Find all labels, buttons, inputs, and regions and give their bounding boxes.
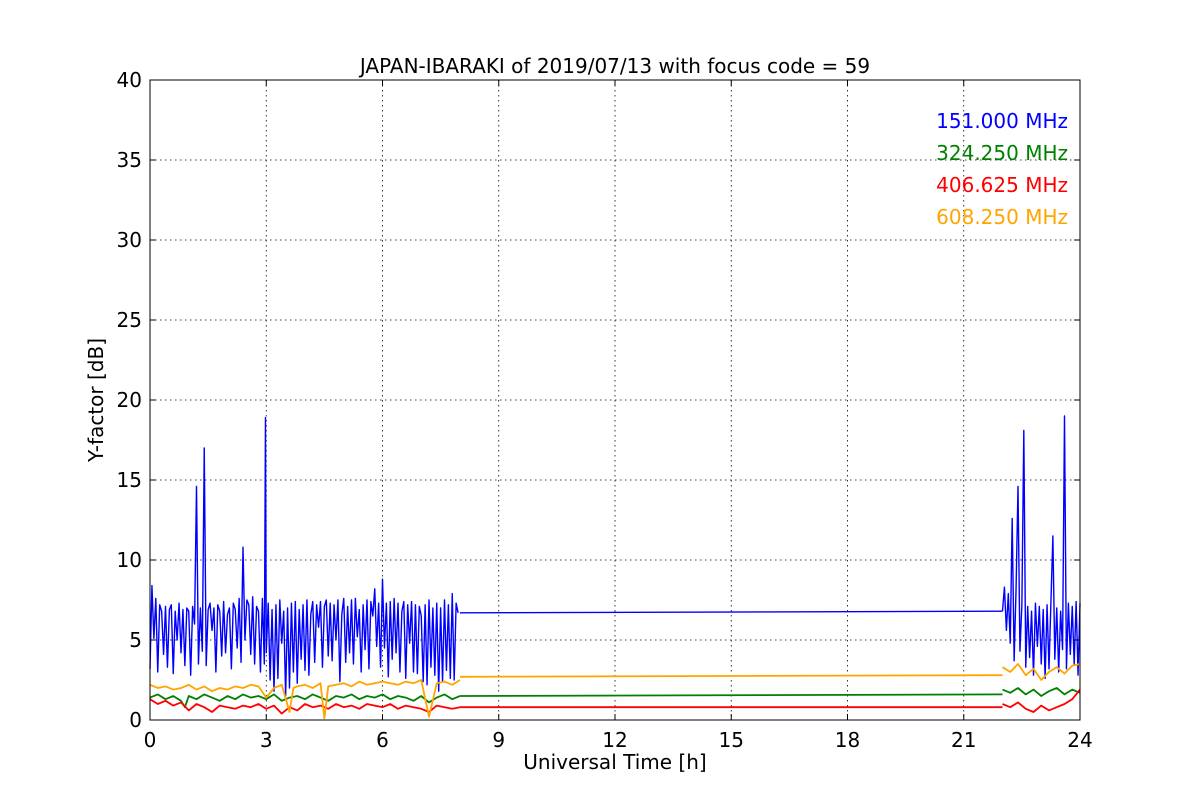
legend-entry: 324.250 MHz xyxy=(936,141,1068,165)
y-tick-label: 30 xyxy=(117,228,142,252)
x-tick-label: 6 xyxy=(376,728,389,752)
x-tick-label: 9 xyxy=(492,728,505,752)
x-tick-label: 18 xyxy=(835,728,860,752)
y-axis-label: Y-factor [dB] xyxy=(84,338,108,463)
chart-canvas: 0 3 6 9 12 15 18 21 24 0 5 10 15 20 25 30 35 40 151.000 M… xyxy=(0,0,1200,800)
y-tick-label: 15 xyxy=(117,468,142,492)
chart-figure: 0 3 6 9 12 15 18 21 24 0 5 10 15 20 25 30 35 40 151.000 M… xyxy=(0,0,1200,800)
legend-entry: 608.250 MHz xyxy=(936,205,1068,229)
y-tick-label: 35 xyxy=(117,148,142,172)
x-tick-label: 3 xyxy=(260,728,273,752)
x-tick-label: 21 xyxy=(951,728,976,752)
legend-entry: 406.625 MHz xyxy=(936,173,1068,197)
y-tick-label: 0 xyxy=(129,708,142,732)
legend-entry: 151.000 MHz xyxy=(936,109,1068,133)
y-tick-label: 5 xyxy=(129,628,142,652)
x-tick-label: 15 xyxy=(719,728,744,752)
y-tick-label: 40 xyxy=(117,68,142,92)
x-tick-label: 12 xyxy=(602,728,627,752)
y-tick-label: 20 xyxy=(117,388,142,412)
x-axis-label: Universal Time [h] xyxy=(523,750,706,774)
x-tick-label: 0 xyxy=(144,728,157,752)
y-tick-label: 10 xyxy=(117,548,142,572)
y-tick-label: 25 xyxy=(117,308,142,332)
x-tick-label: 24 xyxy=(1067,728,1092,752)
chart-title: JAPAN-IBARAKI of 2019/07/13 with focus c… xyxy=(358,54,870,78)
